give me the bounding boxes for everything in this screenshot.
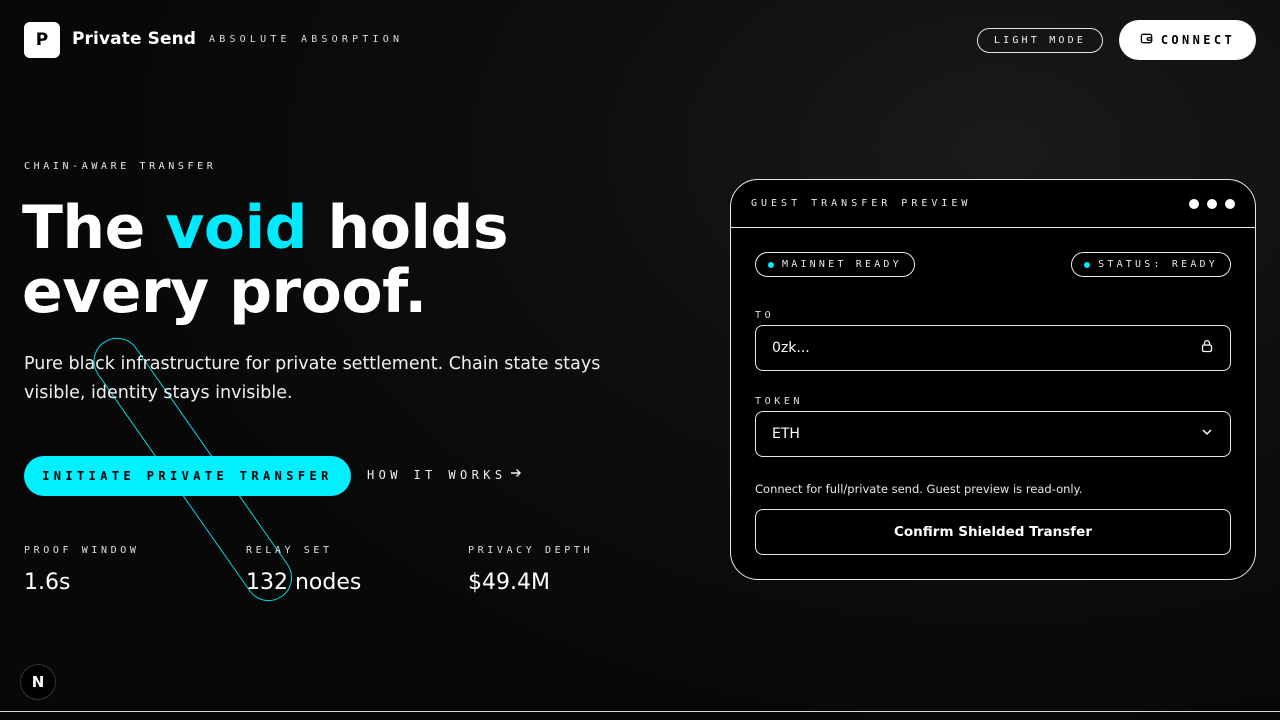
stat-value: 1.6s <box>24 570 71 595</box>
how-it-works-label: HOW IT WORKS <box>367 467 507 482</box>
status-label: STATUS: READY <box>1098 259 1218 270</box>
guest-hint: Connect for full/private send. Guest pre… <box>755 482 1083 496</box>
logo[interactable]: P <box>24 22 60 58</box>
brand-name: Private Send <box>72 29 197 49</box>
status-dot-icon <box>768 261 774 268</box>
status-pill: STATUS: READY <box>1071 252 1231 277</box>
floating-n-badge[interactable]: N <box>20 664 56 700</box>
arrow-right-icon <box>509 467 523 482</box>
card-title: GUEST TRANSFER PREVIEW <box>751 198 972 209</box>
token-label: TOKEN <box>755 396 804 407</box>
transfer-preview-card: GUEST TRANSFER PREVIEW MAINNET READY STA… <box>730 179 1256 580</box>
theme-toggle-button[interactable]: LIGHT MODE <box>977 28 1103 53</box>
recipient-input[interactable] <box>772 340 1172 356</box>
hero-eyebrow: CHAIN-AWARE TRANSFER <box>24 161 217 172</box>
headline-text: The <box>22 193 166 263</box>
stat-label: PRIVACY DEPTH <box>468 545 594 556</box>
how-it-works-link[interactable]: HOW IT WORKS <box>367 467 523 482</box>
lock-icon <box>1200 339 1214 357</box>
dot-icon <box>1225 198 1235 209</box>
bottom-divider <box>0 711 1280 712</box>
stat-value: $49.4M <box>468 570 550 595</box>
hero-subtext: Pure black infrastructure for private se… <box>24 354 601 403</box>
network-status-label: MAINNET READY <box>782 259 902 270</box>
dot-icon <box>1207 198 1217 209</box>
to-field[interactable] <box>755 325 1231 371</box>
stat-proof-window: PROOF WINDOW 1.6s <box>24 545 139 595</box>
window-dots <box>1189 198 1235 209</box>
card-header: GUEST TRANSFER PREVIEW <box>731 180 1255 228</box>
token-select[interactable]: ETH <box>755 411 1231 457</box>
stat-label: RELAY SET <box>246 545 333 556</box>
tagline: ABSOLUTE ABSORPTION <box>209 34 404 45</box>
connect-button[interactable]: CONNECT <box>1119 20 1256 60</box>
stat-value: 132 nodes <box>246 570 362 595</box>
wallet-icon <box>1140 32 1153 48</box>
connect-label: CONNECT <box>1160 33 1236 47</box>
confirm-shielded-transfer-button[interactable]: Confirm Shielded Transfer <box>755 509 1231 555</box>
stat-relay-set: RELAY SET 132 nodes <box>246 545 361 595</box>
token-value: ETH <box>772 426 800 442</box>
dot-icon <box>1189 198 1199 209</box>
hero-headline: The void holds every proof. <box>22 196 682 324</box>
chevron-down-icon <box>1200 425 1214 443</box>
initiate-transfer-button[interactable]: INITIATE PRIVATE TRANSFER <box>24 456 351 496</box>
network-status-pill: MAINNET READY <box>755 252 915 277</box>
stat-privacy-depth: PRIVACY DEPTH $49.4M <box>468 545 593 595</box>
status-dot-icon <box>1084 261 1091 268</box>
stat-label: PROOF WINDOW <box>24 545 140 556</box>
headline-accent: void <box>165 193 308 263</box>
to-label: TO <box>755 310 775 321</box>
